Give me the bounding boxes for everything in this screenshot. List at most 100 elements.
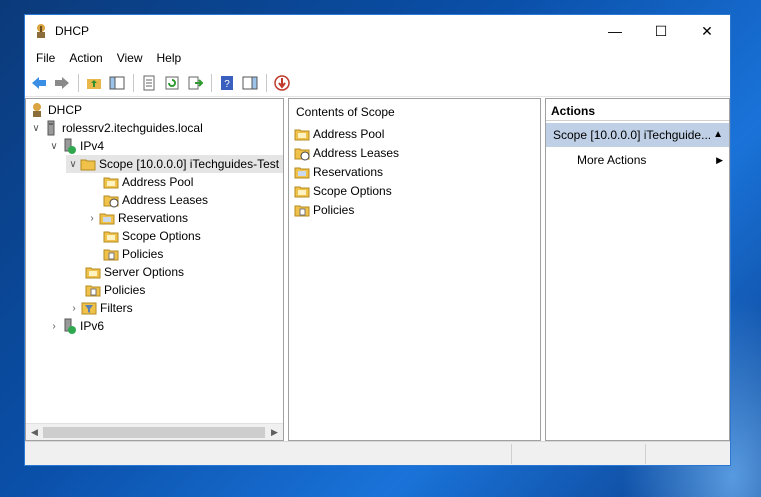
toolbar-separator (133, 73, 134, 92)
scroll-left-icon[interactable]: ◀ (26, 424, 43, 440)
tree-item-scope-options[interactable]: Scope Options (103, 227, 201, 245)
tree-item-filters[interactable]: › Filters (67, 299, 132, 317)
maximize-button[interactable]: ☐ (638, 15, 684, 47)
back-button[interactable] (28, 72, 50, 94)
reservations-icon (99, 213, 115, 225)
maximize-icon: ☐ (654, 22, 668, 39)
tree-item-label: Reservations (118, 211, 189, 225)
tree-item-server[interactable]: ∨ rolessrv2.itechguides.local (29, 119, 203, 137)
scroll-right-icon[interactable]: ▶ (266, 424, 283, 440)
results-pane: Contents of Scope Address Pool Address L… (288, 98, 541, 441)
tree-item-label: DHCP (48, 103, 83, 117)
panes-container: DHCP ∨ rolessrv2.itechguides.local ∨ IPv… (25, 98, 730, 441)
menu-file[interactable]: File (29, 49, 62, 67)
folder-clock-icon (294, 148, 310, 160)
tree-item-label: Address Pool (122, 175, 194, 189)
menu-action[interactable]: Action (62, 49, 109, 67)
tree-item-server-policies[interactable]: Policies (85, 281, 145, 299)
server-icon (47, 120, 55, 136)
actions-scope-label: Scope [10.0.0.0] iTechguide... (553, 128, 712, 142)
actions-scope-section[interactable]: Scope [10.0.0.0] iTechguide... ▲ (546, 123, 729, 147)
list-item[interactable]: Address Leases (294, 143, 399, 162)
help-icon: ? (221, 75, 233, 90)
chevron-down-icon[interactable]: ∨ (47, 139, 61, 153)
minimize-button[interactable]: — (592, 15, 638, 47)
ipv6-icon (64, 318, 76, 334)
reservations-icon (294, 167, 310, 178)
tree-horizontal-scrollbar[interactable]: ◀ ▶ (26, 423, 283, 440)
menu-view[interactable]: View (110, 49, 150, 67)
tree-item-label: Policies (104, 283, 146, 297)
tree-item-ipv6[interactable]: › IPv6 (47, 317, 104, 335)
list-item[interactable]: Scope Options (294, 181, 392, 200)
show-hide-tree-button[interactable] (106, 72, 128, 94)
list-item[interactable]: Address Pool (294, 124, 384, 143)
chevron-down-icon[interactable]: ∨ (29, 121, 43, 135)
more-actions-item[interactable]: More Actions ▶ (577, 151, 727, 169)
tree-item-scope-policies[interactable]: Policies (103, 245, 163, 263)
tree-item-scope[interactable]: ∨ Scope [10.0.0.0] iTechguides-Test (66, 155, 283, 173)
collapse-up-icon[interactable]: ▲ (713, 129, 723, 140)
properties-button[interactable] (138, 72, 160, 94)
tree-item-dhcp[interactable]: DHCP (29, 101, 82, 119)
chevron-right-icon[interactable]: › (85, 211, 99, 225)
list-item-label: Reservations (313, 164, 384, 179)
deactivate-icon (274, 74, 290, 91)
title-bar[interactable]: DHCP — ☐ ✕ (25, 15, 730, 47)
folder-clock-icon (103, 195, 119, 208)
help-button[interactable]: ? (216, 72, 238, 94)
tree-item-reservations[interactable]: › Reservations (85, 209, 188, 227)
close-button[interactable]: ✕ (684, 15, 730, 47)
policies-icon (294, 205, 310, 216)
tree-item-label: IPv6 (80, 319, 105, 333)
tree-item-label: Server Options (104, 265, 185, 279)
toolbar-separator (211, 73, 212, 92)
scrollbar-thumb[interactable] (43, 427, 265, 438)
ipv4-icon (64, 138, 76, 154)
results-header: Contents of Scope (296, 105, 395, 119)
folder-up-icon (87, 78, 101, 89)
policies-icon (103, 249, 119, 261)
action-pane-button[interactable] (239, 72, 261, 94)
tree-item-label: Address Leases (122, 193, 209, 207)
menu-bar: File Action View Help (25, 47, 730, 69)
window-title: DHCP (55, 24, 90, 38)
list-item[interactable]: Policies (294, 200, 354, 219)
tree-item-ipv4[interactable]: ∨ IPv4 (47, 137, 104, 155)
folder-icon (103, 177, 119, 189)
up-level-button[interactable] (83, 72, 105, 94)
tree-item-address-leases[interactable]: Address Leases (103, 191, 208, 209)
folder-icon (294, 129, 310, 140)
status-bar (25, 441, 730, 465)
export-icon (188, 76, 203, 89)
list-item-label: Address Pool (313, 126, 385, 141)
chevron-right-icon[interactable]: › (67, 301, 81, 315)
tree-item-label: Scope Options (122, 229, 201, 243)
folder-icon (103, 231, 119, 243)
list-item-label: Scope Options (313, 183, 392, 198)
close-icon: ✕ (701, 22, 713, 39)
tree-item-label: IPv4 (80, 139, 105, 153)
properties-icon (143, 75, 155, 90)
tree-item-label: Scope [10.0.0.0] iTechguides-Test (99, 157, 280, 171)
forward-button[interactable] (51, 72, 73, 94)
menu-help[interactable]: Help (150, 49, 189, 67)
tree-item-server-options[interactable]: Server Options (85, 263, 184, 281)
dhcp-window: DHCP — ☐ ✕ File Action View Help ? DHCP … (24, 14, 731, 466)
status-separator (645, 444, 646, 464)
actions-pane: Actions Scope [10.0.0.0] iTechguide... ▲… (545, 98, 730, 441)
tree-item-address-pool[interactable]: Address Pool (103, 173, 193, 191)
more-actions-label: More Actions (577, 153, 647, 167)
export-list-button[interactable] (184, 72, 206, 94)
tree-item-label: rolessrv2.itechguides.local (62, 121, 203, 135)
forward-arrow-icon (55, 76, 69, 89)
action-pane-icon (242, 76, 258, 89)
deactivate-button[interactable] (271, 72, 293, 94)
refresh-button[interactable] (161, 72, 183, 94)
toolbar-separator (266, 73, 267, 92)
actions-header: Actions (546, 99, 729, 121)
chevron-right-icon[interactable]: › (47, 319, 61, 333)
list-item[interactable]: Reservations (294, 162, 383, 181)
chevron-down-icon[interactable]: ∨ (66, 157, 80, 171)
refresh-icon (165, 76, 179, 89)
